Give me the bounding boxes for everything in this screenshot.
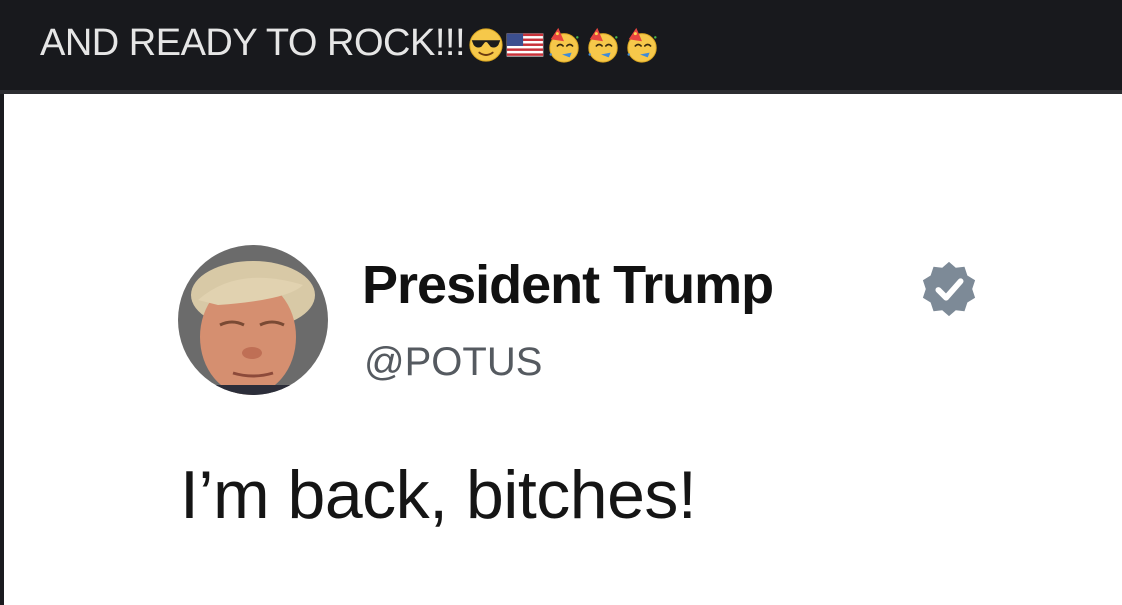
us-flag-icon bbox=[506, 33, 544, 57]
party-face-icon bbox=[588, 27, 618, 63]
party-face-icon bbox=[627, 27, 657, 63]
avatar bbox=[178, 245, 328, 395]
tweet-text: I’m back, bitches! bbox=[180, 457, 697, 533]
handle: @POTUS bbox=[364, 340, 543, 384]
display-name: President Trump bbox=[362, 255, 774, 315]
portrait-image bbox=[178, 245, 328, 395]
emoji-row bbox=[467, 26, 662, 64]
post-caption: AND READY TO ROCK!!! bbox=[40, 21, 466, 64]
cool-face-icon bbox=[469, 28, 503, 62]
verified-badge-icon bbox=[922, 261, 976, 317]
post-header: AND READY TO ROCK!!! bbox=[0, 0, 1122, 90]
post-image[interactable]: President Trump @POTUS I’m back, bitches… bbox=[4, 94, 1122, 605]
party-face-icon bbox=[549, 27, 579, 63]
